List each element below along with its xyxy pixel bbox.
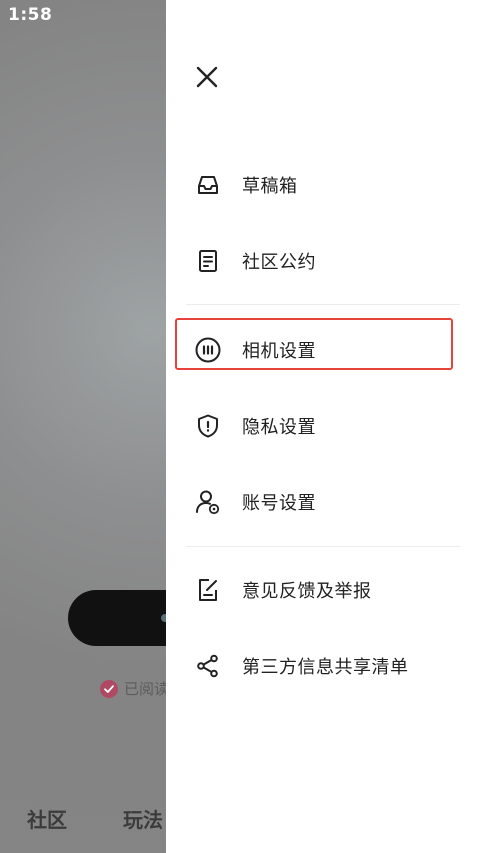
menu-item-label: 相机设置	[242, 341, 316, 362]
menu-item-third-party-sharing[interactable]: 第三方信息共享清单	[186, 640, 460, 692]
account-settings-icon	[192, 486, 224, 518]
menu-item-account-settings[interactable]: 账号设置	[186, 476, 460, 528]
close-button[interactable]	[192, 62, 222, 92]
menu-item-camera-settings[interactable]: 相机设置	[186, 324, 460, 376]
background-tab-bar: 社区 玩法	[0, 804, 166, 840]
status-time: 1:58	[8, 5, 53, 25]
menu-item-label: 隐私设置	[242, 417, 316, 438]
menu-item-label: 草稿箱	[242, 176, 298, 197]
check-icon	[100, 679, 118, 698]
settings-drawer: 草稿箱 社区公约 相机设置 隐私设置 账号设置 意见反馈及举报 第三方信息共享清…	[166, 0, 480, 853]
menu-item-label: 意见反馈及举报	[242, 581, 372, 602]
menu-item-feedback-report[interactable]: 意见反馈及举报	[186, 564, 460, 616]
inbox-icon	[192, 169, 224, 201]
menu-item-label: 第三方信息共享清单	[242, 657, 409, 678]
shield-icon	[192, 410, 224, 442]
menu-item-privacy-settings[interactable]: 隐私设置	[186, 400, 460, 452]
background-tab-gameplay: 玩法	[123, 808, 163, 832]
divider	[186, 304, 460, 305]
menu-item-label: 社区公约	[242, 252, 316, 273]
feedback-edit-icon	[192, 574, 224, 606]
menu-item-label: 账号设置	[242, 493, 316, 514]
share-icon	[192, 650, 224, 682]
document-icon	[192, 245, 224, 277]
divider	[186, 546, 460, 547]
menu-item-community-rules[interactable]: 社区公约	[186, 235, 460, 287]
background-tab-community: 社区	[27, 808, 67, 832]
menu-item-drafts[interactable]: 草稿箱	[186, 159, 460, 211]
background-agreement: 已阅读	[100, 678, 169, 699]
close-icon	[196, 66, 218, 88]
background-agreement-text: 已阅读	[124, 680, 170, 698]
camera-dots-icon	[192, 334, 224, 366]
